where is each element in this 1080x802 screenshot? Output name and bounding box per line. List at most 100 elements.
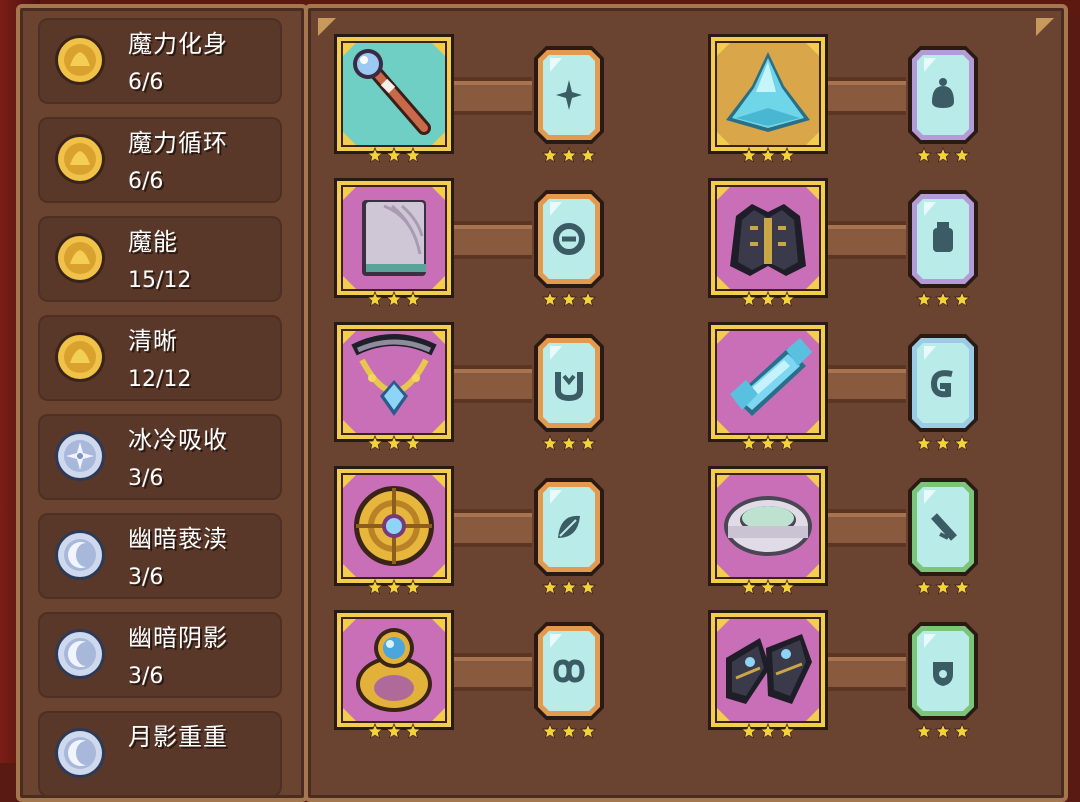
set-bonus-row[interactable]: 魔力循环 6/6 [38, 117, 282, 203]
item-star-rating [738, 578, 798, 596]
dark-robe-icon [730, 204, 806, 276]
rune-slot[interactable] [906, 188, 980, 290]
equipment-slot-silver-bracelet[interactable] [706, 464, 830, 588]
star-icon [915, 290, 933, 308]
star-icon [740, 578, 758, 596]
rune-slot[interactable] [906, 44, 980, 146]
set-bonus-row[interactable]: 月影重重 [38, 711, 282, 797]
rune-slot[interactable] [532, 476, 606, 578]
star-icon [366, 290, 384, 308]
rune-star-rating [913, 434, 973, 452]
equipment-slot-sapphire-ring[interactable] [332, 608, 456, 732]
star-icon [404, 434, 422, 452]
moon-coin-icon [55, 530, 105, 580]
rune-slot[interactable] [532, 620, 606, 722]
equipment-slot-spellbook[interactable] [332, 176, 456, 300]
set-bonus-name: 幽暗阴影 [128, 624, 228, 652]
set-bonus-row[interactable]: 幽暗阴影 3/6 [38, 612, 282, 698]
rune-star-rating [913, 290, 973, 308]
equipment-slot-crystal-necklace[interactable] [332, 320, 456, 444]
star-icon [560, 578, 578, 596]
star-icon [560, 290, 578, 308]
set-bonus-panel[interactable]: 魔力化身 6/6 魔力循环 6/6 魔能 15/12 清晰 12/12 冰冷吸收 3/6 … [16, 4, 308, 802]
moon-coin-icon [55, 629, 105, 679]
star-icon [366, 434, 384, 452]
item-star-rating [364, 434, 424, 452]
star-icon [915, 146, 933, 164]
set-bonus-row[interactable]: 清晰 12/12 [38, 315, 282, 401]
star-icon [778, 434, 796, 452]
star-icon [560, 434, 578, 452]
equipment-connector [826, 365, 906, 403]
gold-coin-icon [55, 332, 105, 382]
set-bonus-count: 3/6 [128, 565, 164, 590]
set-bonus-row[interactable]: 幽暗亵渎 3/6 [38, 513, 282, 599]
item-star-rating [738, 722, 798, 740]
equipment-connector [452, 221, 532, 259]
equipment-slot-dark-boots[interactable] [706, 608, 830, 732]
star-icon [579, 434, 597, 452]
rune-star-rating [539, 434, 599, 452]
star-icon [953, 146, 971, 164]
star-icon [934, 146, 952, 164]
set-bonus-row[interactable]: 冰冷吸收 3/6 [38, 414, 282, 500]
item-star-rating [364, 578, 424, 596]
star-icon [404, 146, 422, 164]
rune-slot[interactable] [906, 620, 980, 722]
star-icon [404, 290, 422, 308]
star-icon [953, 290, 971, 308]
gold-coin-icon [55, 134, 105, 184]
item-star-rating [738, 146, 798, 164]
equipment-slot-crystal-hat[interactable] [706, 32, 830, 156]
star-icon [759, 722, 777, 740]
star-icon [541, 434, 559, 452]
star-icon [934, 434, 952, 452]
item-star-rating [364, 722, 424, 740]
star-icon [953, 578, 971, 596]
star-icon [759, 146, 777, 164]
ice-sparkle-coin-icon [55, 431, 105, 481]
star-icon [560, 146, 578, 164]
item-star-rating [364, 290, 424, 308]
star-icon [915, 722, 933, 740]
equipment-connector [452, 365, 532, 403]
moon-coin-icon [55, 728, 105, 778]
star-icon [934, 290, 952, 308]
star-icon [740, 146, 758, 164]
star-icon [740, 434, 758, 452]
star-icon [366, 146, 384, 164]
silver-bracelet-icon [724, 496, 812, 556]
rune-slot[interactable] [532, 188, 606, 290]
set-bonus-name: 幽暗亵渎 [128, 525, 228, 553]
set-bonus-row[interactable]: 魔力化身 6/6 [38, 18, 282, 104]
equipment-slot-dark-robe[interactable] [706, 176, 830, 300]
rune-star-rating [913, 146, 973, 164]
rune-slot[interactable] [906, 476, 980, 578]
star-icon [778, 722, 796, 740]
star-icon [579, 578, 597, 596]
equipment-slot-staff[interactable] [332, 32, 456, 156]
equipment-slot-ice-bracer[interactable] [706, 320, 830, 444]
equipment-connector [826, 653, 906, 691]
star-icon [759, 434, 777, 452]
rune-symbol-shield-icon [933, 662, 953, 686]
equipment-connector [452, 653, 532, 691]
rune-slot[interactable] [532, 44, 606, 146]
star-icon [404, 578, 422, 596]
gold-coin-icon [55, 233, 105, 283]
star-icon [404, 722, 422, 740]
star-icon [385, 146, 403, 164]
equipment-connector [826, 77, 906, 115]
rune-star-rating [539, 722, 599, 740]
item-star-rating [738, 290, 798, 308]
rune-slot[interactable] [532, 332, 606, 434]
star-icon [385, 434, 403, 452]
rune-star-rating [539, 578, 599, 596]
star-icon [934, 722, 952, 740]
set-bonus-count: 3/6 [128, 664, 164, 689]
rune-slot[interactable] [906, 332, 980, 434]
star-icon [934, 578, 952, 596]
set-bonus-count: 6/6 [128, 169, 164, 194]
equipment-slot-golden-amulet[interactable] [332, 464, 456, 588]
set-bonus-row[interactable]: 魔能 15/12 [38, 216, 282, 302]
